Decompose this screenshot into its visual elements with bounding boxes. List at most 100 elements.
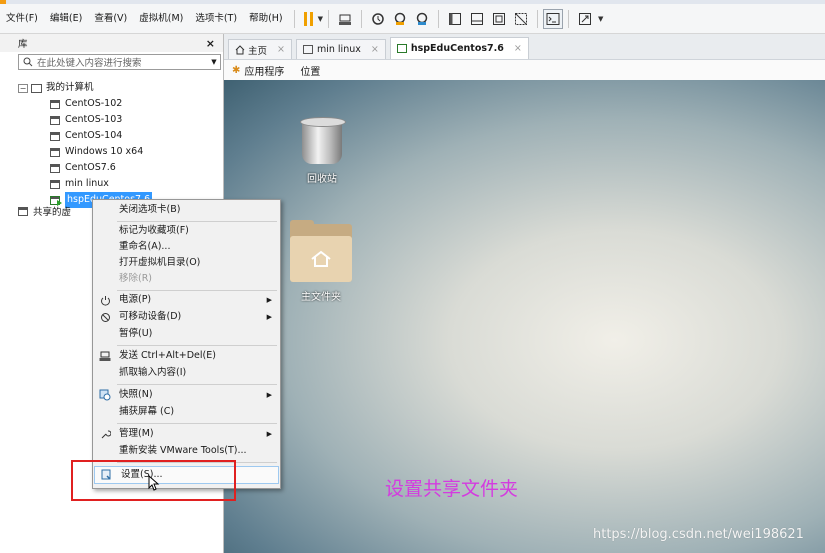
vm-icon	[302, 45, 313, 54]
menu-item-label: 管理(M)	[119, 428, 154, 439]
tab-home[interactable]: 主页 ×	[228, 39, 292, 59]
removable-devices-icon	[99, 311, 111, 323]
quick-switch-button[interactable]	[510, 8, 532, 30]
tree-item-vm[interactable]: Windows 10 x64	[18, 144, 224, 160]
menu-item-reinstall-vmware-tools[interactable]: 重新安装 VMware Tools(T)...	[93, 443, 280, 459]
menu-item-close-tab[interactable]: 关闭选项卡(B)	[93, 202, 280, 218]
tree-item-label: CentOS-102	[65, 98, 123, 109]
submenu-arrow-icon: ▶	[266, 391, 272, 399]
gnome-foot-icon: ✱	[232, 64, 241, 76]
chevron-down-icon[interactable]: ▼	[208, 58, 220, 66]
shared-vm-icon	[18, 206, 28, 216]
menu-item-grab-input[interactable]: 抓取输入内容(I)	[93, 365, 280, 381]
wrench-icon	[99, 428, 111, 440]
keyboard-icon	[99, 350, 111, 362]
menu-item-capture-screen[interactable]: 捕获屏幕 (C)	[93, 404, 280, 420]
vm-icon	[50, 115, 60, 125]
menu-item-pause[interactable]: 暂停(U)	[93, 326, 280, 342]
tree-item-vm[interactable]: CentOS7.6	[18, 160, 224, 176]
tab-min-linux[interactable]: min linux ×	[295, 39, 386, 59]
toolbar-separator	[328, 9, 330, 28]
toolbar-separator	[537, 9, 539, 28]
menu-item-favorite[interactable]: 标记为收藏项(F)	[93, 223, 280, 239]
annotation-caption: 设置共享文件夹	[385, 478, 519, 500]
menu-item-rename[interactable]: 重命名(A)...	[93, 239, 280, 255]
guest-desktop[interactable]: 回收站 主文件夹	[224, 80, 825, 553]
vm-tree: − 我的计算机 CentOS-102 CentOS-103 CentOS-104…	[18, 80, 224, 208]
close-tab-icon[interactable]: ×	[514, 43, 522, 54]
trash-desktop-icon[interactable]: 回收站	[294, 117, 350, 185]
console-view-button[interactable]	[466, 8, 488, 30]
pause-button[interactable]: ▼	[303, 11, 323, 26]
guest-top-bar: ✱ 应用程序 位置	[224, 60, 825, 80]
manage-snapshots-icon	[416, 12, 428, 25]
manage-snapshots-button[interactable]	[411, 8, 433, 30]
tree-item-label: min linux	[65, 178, 109, 189]
menu-item-label: 发送 Ctrl+Alt+Del(E)	[119, 350, 216, 361]
vm-icon	[50, 99, 60, 109]
toolbar-separator	[568, 9, 570, 28]
close-tab-icon[interactable]: ×	[371, 44, 379, 55]
menu-item-manage[interactable]: 管理(M) ▶	[93, 426, 280, 442]
snapshot-icon	[99, 389, 111, 401]
folder-icon	[290, 220, 352, 282]
tree-item-vm[interactable]: CentOS-103	[18, 112, 224, 128]
revert-snapshot-icon	[394, 12, 406, 25]
tree-item-vm[interactable]: CentOS-102	[18, 96, 224, 112]
places-menu[interactable]: 位置	[300, 63, 320, 78]
applications-menu[interactable]: ✱ 应用程序	[232, 63, 284, 78]
menu-help[interactable]: 帮助(H)	[243, 4, 289, 34]
close-tab-icon[interactable]: ×	[277, 44, 285, 55]
menu-item-open-vm-directory[interactable]: 打开虚拟机目录(O)	[93, 255, 280, 271]
vm-context-menu: 关闭选项卡(B) 标记为收藏项(F) 重命名(A)... 打开虚拟机目录(O) …	[92, 199, 281, 489]
tree-item-label: CentOS-104	[65, 130, 123, 141]
tree-item-vm[interactable]: CentOS-104	[18, 128, 224, 144]
menu-vm[interactable]: 虚拟机(M)	[133, 4, 189, 34]
menu-item-removable-devices[interactable]: 可移动设备(D) ▶	[93, 309, 280, 325]
search-icon	[23, 57, 33, 67]
snapshot-button[interactable]	[367, 8, 389, 30]
home-folder-desktop-icon[interactable]: 主文件夹	[288, 220, 354, 303]
menu-view[interactable]: 查看(V)	[88, 4, 133, 34]
vm-icon	[50, 147, 60, 157]
menu-item-snapshot[interactable]: 快照(N) ▶	[93, 387, 280, 403]
menu-item-power[interactable]: 电源(P) ▶	[93, 292, 280, 308]
places-label: 位置	[300, 66, 321, 78]
menu-item-label: 可移动设备(D)	[119, 311, 182, 322]
vm-icon	[50, 179, 60, 189]
quick-switch-icon	[515, 12, 528, 25]
menu-item-send-ctrl-alt-del[interactable]: 发送 Ctrl+Alt+Del(E)	[93, 348, 280, 364]
menu-file[interactable]: 文件(F)	[0, 4, 44, 34]
tree-item-shared-vms[interactable]: 共享的虚	[18, 204, 71, 218]
tree-item-vm[interactable]: min linux	[18, 176, 224, 192]
toolbar-separator	[438, 9, 440, 28]
chevron-down-icon[interactable]: ▼	[598, 15, 603, 23]
menu-separator	[117, 384, 277, 385]
pause-icon	[303, 11, 307, 26]
watermark: https://blog.csdn.net/wei198621	[593, 527, 804, 542]
computer-icon	[31, 83, 42, 93]
search-placeholder: 在此处键入内容进行搜索	[37, 58, 142, 69]
send-ctrl-alt-del-icon	[339, 14, 352, 25]
unity-button[interactable]	[488, 8, 510, 30]
send-ctrl-alt-del-button[interactable]	[334, 8, 356, 30]
vm-running-icon	[396, 44, 407, 53]
tab-hspeducentos[interactable]: hspEduCentos7.6 ×	[389, 37, 529, 59]
tree-root-my-computer[interactable]: − 我的计算机	[18, 80, 224, 96]
full-screen-icon	[449, 12, 462, 25]
stretch-button[interactable]	[574, 8, 596, 30]
terminal-button[interactable]	[543, 8, 564, 29]
menu-edit[interactable]: 编辑(E)	[44, 4, 88, 34]
revert-snapshot-button[interactable]	[389, 8, 411, 30]
menu-separator	[117, 221, 277, 222]
full-screen-button[interactable]	[444, 8, 466, 30]
close-library-button[interactable]: ×	[206, 37, 215, 50]
tree-item-label: Windows 10 x64	[65, 146, 144, 157]
tree-root-label: 我的计算机	[46, 82, 94, 93]
tab-bar: 主页 × min linux × hspEduCentos7.6 ×	[224, 34, 825, 60]
menu-tabs[interactable]: 选项卡(T)	[189, 4, 243, 34]
library-search-input[interactable]: 在此处键入内容进行搜索 ▼	[18, 54, 221, 70]
submenu-arrow-icon: ▶	[266, 430, 272, 438]
collapse-icon[interactable]: −	[18, 83, 28, 93]
toolbar-separator	[361, 9, 363, 28]
